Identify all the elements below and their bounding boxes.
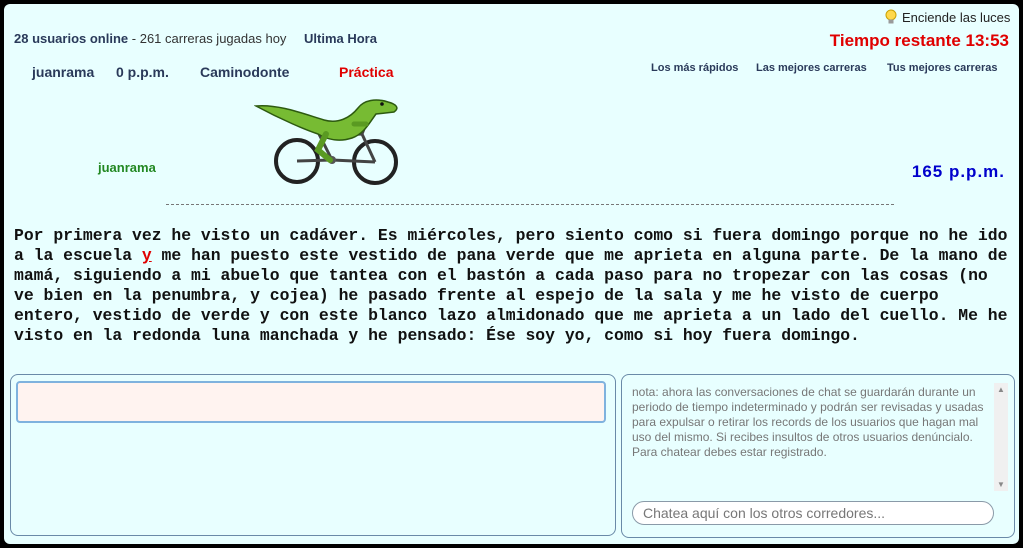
online-status: 28 usuarios online - 261 carreras jugada… <box>14 31 286 46</box>
time-remaining: Tiempo restante 13:53 <box>829 31 1009 50</box>
lights-label: Enciende las luces <box>902 9 1011 25</box>
chat-panel: nota: ahora las conversaciones de chat s… <box>621 374 1015 538</box>
page-frame: Enciende las luces 28 usuarios online - … <box>4 4 1019 544</box>
current-speed: 0 p.p.m. <box>116 64 169 80</box>
toggle-lights-link[interactable]: Enciende las luces <box>884 9 1010 25</box>
current-username: juanrama <box>32 64 95 80</box>
text-name: Caminodonte <box>200 64 290 80</box>
fastest-link[interactable]: Los más rápidos <box>651 62 738 74</box>
race-text: Por primera vez he visto un cadáver. Es … <box>14 226 1014 346</box>
dinosaur-bicycle-icon <box>254 99 398 185</box>
scroll-up-icon[interactable]: ▲ <box>994 385 1008 394</box>
typing-input[interactable] <box>16 381 606 423</box>
typing-panel <box>10 374 616 536</box>
race-text-current-char: y <box>141 246 152 265</box>
chat-notice: nota: ahora las conversaciones de chat s… <box>632 385 984 459</box>
racer-speed: 165 p.p.m. <box>911 162 1005 181</box>
chat-input[interactable] <box>632 501 994 525</box>
scroll-down-icon[interactable]: ▼ <box>994 480 1008 489</box>
racer-name: juanrama <box>98 160 156 175</box>
latest-news-link[interactable]: Ultima Hora <box>304 31 377 46</box>
my-best-races-link[interactable]: Tus mejores carreras <box>887 62 997 74</box>
online-users: 28 usuarios online <box>14 31 129 46</box>
race-mode: Práctica <box>339 64 394 80</box>
race-text-remaining: me han puesto este vestido de pana verde… <box>14 246 1008 345</box>
best-races-link[interactable]: Las mejores carreras <box>756 62 867 74</box>
races-today: 261 carreras jugadas hoy <box>139 31 287 46</box>
status-separator: - <box>128 31 140 46</box>
race-divider <box>166 204 894 205</box>
chat-scrollbar[interactable]: ▲ ▼ <box>994 383 1008 491</box>
lightbulb-icon <box>885 9 897 24</box>
